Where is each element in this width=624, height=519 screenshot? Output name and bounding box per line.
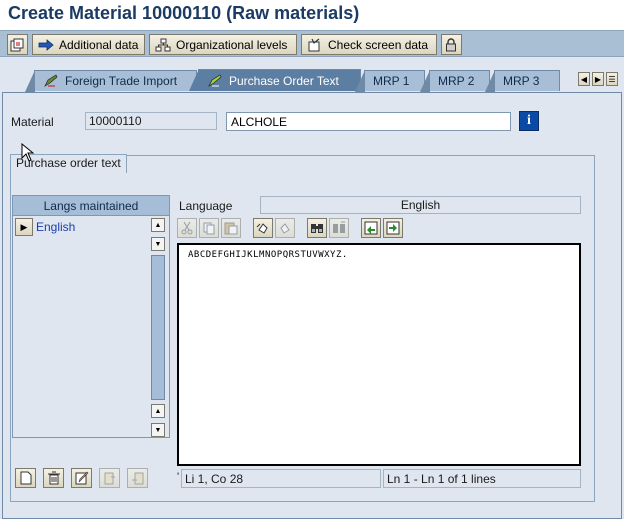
material-label: Material [11,115,54,129]
triangle-right-icon: ▶ [594,74,602,84]
scroll-down-button[interactable]: ▼ [151,237,165,251]
tab-mrp-1-label: MRP 1 [373,74,410,88]
import-text-button[interactable] [127,468,148,488]
tab-mrp-2-label: MRP 2 [438,74,475,88]
undo-button[interactable] [253,218,273,238]
find-next-button[interactable] [329,218,349,238]
application-toolbar: Additional data Organizational levels Ch… [0,30,624,57]
check-screen-data-label: Check screen data [328,37,429,52]
tab-foreign-trade-import[interactable]: Foreign Trade Import [25,70,197,92]
cut-button[interactable] [177,218,197,238]
edit-status-icon [208,73,222,87]
additional-data-button[interactable]: Additional data [32,34,145,55]
tab-purchase-order-text-label: Purchase Order Text [229,73,339,88]
tab-edge [485,70,495,92]
tab-strip: Foreign Trade Import Purchase Order Text… [0,68,624,92]
redo-button[interactable] [275,218,295,238]
download-button[interactable] [383,218,403,238]
find-next-icon [333,221,345,233]
tab-scroll-left-button[interactable]: ◀ [578,72,590,86]
switch-screen-icon [10,38,24,51]
redo-icon [280,223,290,234]
language-field: English [260,196,581,214]
scroll-down-button[interactable]: ▼ [151,423,165,437]
edit-status-icon [44,74,58,87]
export-text-button[interactable] [99,468,120,488]
document-arrow-icon [104,472,115,485]
other-material-button[interactable] [7,34,28,55]
find-button[interactable] [307,218,327,238]
triangle-up-icon: ▲ [154,407,162,415]
undo-icon [256,223,268,234]
check-screen-data-button[interactable]: Check screen data [301,34,437,55]
mouse-pointer-icon [21,143,35,162]
langs-maintained-table: Langs maintained ▶ English ▲ ▼ ▲ ▼ [12,195,170,438]
tab-mrp-1[interactable]: MRP 1 [355,70,425,92]
organizational-levels-button[interactable]: Organizational levels [149,34,297,55]
edit-icon [75,471,88,485]
triangle-left-icon: ◀ [580,74,588,84]
create-text-button[interactable] [15,468,36,488]
title-bar: Create Material 10000110 (Raw materials) [0,0,624,30]
tab-mrp-3[interactable]: MRP 3 [485,70,560,92]
edit-text-button[interactable] [71,468,92,488]
upload-icon [364,221,378,235]
paste-icon [224,222,238,235]
triangle-down-icon: ▼ [154,426,162,434]
tab-purchase-order-text[interactable]: Purchase Order Text [189,69,361,91]
info-icon: i [527,113,531,128]
lock-button[interactable] [441,34,462,55]
tab-edge [189,69,199,91]
document-arrow-icon [131,472,143,485]
langs-maintained-header: Langs maintained [13,196,169,216]
org-structure-icon [155,38,171,51]
list-item[interactable]: ▶ English [13,217,148,237]
copy-button[interactable] [199,218,219,238]
scroll-up-button[interactable]: ▲ [151,404,165,418]
copy-icon [203,222,215,235]
tab-list-button[interactable]: ☰ [606,72,618,86]
upload-button[interactable] [361,218,381,238]
langs-scrollbar[interactable]: ▲ ▼ ▲ ▼ [151,218,165,437]
cursor-position-status: Li 1, Co 28 [181,469,381,488]
lock-icon [446,37,456,51]
triangle-right-icon: ▶ [20,221,28,232]
material-number-field: 10000110 [85,112,217,130]
tab-edge [25,70,35,92]
new-document-icon [20,471,31,485]
triangle-up-icon: ▲ [154,221,162,229]
scroll-thumb[interactable] [151,255,165,400]
additional-data-label: Additional data [59,37,139,52]
triangle-down-icon: ▼ [154,240,162,248]
check-data-icon [308,38,320,51]
binoculars-icon [311,224,323,233]
page-title: Create Material 10000110 (Raw materials) [8,3,360,23]
tab-scroll-right-button[interactable]: ▶ [592,72,604,86]
row-selector[interactable]: ▶ [15,218,33,236]
organizational-levels-label: Organizational levels [176,37,288,52]
arrow-right-icon [38,38,54,51]
text-editor[interactable]: ABCDEFGHIJKLMNOPQRSTUVWXYZ. [177,243,581,466]
tab-edge [420,70,430,92]
info-button[interactable]: i [519,111,539,131]
trash-icon [47,471,60,485]
tab-mrp-2[interactable]: MRP 2 [420,70,490,92]
paste-button[interactable] [221,218,241,238]
download-icon [386,221,400,235]
scroll-up-button[interactable]: ▲ [151,218,165,232]
status-marker: ' [177,471,180,483]
language-label: Language [179,199,233,213]
delete-text-button[interactable] [43,468,64,488]
scissors-icon [181,221,193,235]
language-entry[interactable]: English [36,220,75,234]
line-count-status: Ln 1 - Ln 1 of 1 lines [383,469,581,488]
material-description-field[interactable]: ALCHOLE [226,112,511,131]
tab-mrp-3-label: MRP 3 [503,74,540,88]
tab-edge [355,70,365,92]
list-icon: ☰ [608,74,616,84]
tab-foreign-trade-import-label: Foreign Trade Import [65,74,178,88]
